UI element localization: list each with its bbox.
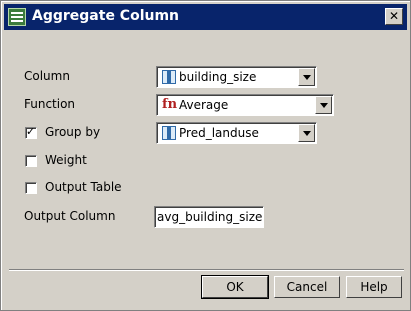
- title-bar[interactable]: Aggregate Column ✕: [4, 4, 407, 30]
- chevron-down-icon[interactable]: [315, 96, 332, 114]
- ok-button[interactable]: OK: [201, 275, 269, 299]
- close-icon: ✕: [388, 9, 400, 23]
- close-button[interactable]: ✕: [385, 8, 403, 25]
- function-select[interactable]: fn Average: [156, 94, 334, 116]
- app-icon: [8, 8, 26, 26]
- column-icon: [162, 70, 176, 84]
- cancel-button[interactable]: Cancel: [274, 276, 340, 298]
- output-table-label: Output Table: [45, 180, 122, 194]
- column-icon: [162, 126, 176, 140]
- weight-checkbox[interactable]: [25, 155, 37, 167]
- function-select-value: Average: [179, 98, 229, 112]
- output-table-checkbox[interactable]: [25, 182, 37, 194]
- chevron-down-icon[interactable]: [298, 68, 315, 86]
- group-by-select[interactable]: Pred_landuse: [156, 122, 317, 144]
- window-title: Aggregate Column: [32, 8, 180, 24]
- help-button[interactable]: Help: [346, 276, 402, 298]
- group-by-label: Group by: [45, 125, 101, 139]
- output-column-label: Output Column: [24, 209, 116, 223]
- function-icon: fn: [162, 97, 178, 112]
- output-column-field[interactable]: avg_building_size: [154, 206, 264, 228]
- weight-label: Weight: [45, 153, 87, 167]
- group-by-checkbox[interactable]: [25, 125, 37, 139]
- function-label: Function: [24, 97, 76, 111]
- column-select[interactable]: building_size: [156, 66, 317, 88]
- column-label: Column: [24, 69, 70, 83]
- aggregate-column-dialog: Aggregate Column ✕ Column building_size …: [0, 0, 411, 311]
- group-by-select-value: Pred_landuse: [179, 126, 259, 140]
- chevron-down-icon[interactable]: [298, 124, 315, 142]
- column-select-value: building_size: [179, 70, 257, 84]
- separator: [9, 269, 404, 271]
